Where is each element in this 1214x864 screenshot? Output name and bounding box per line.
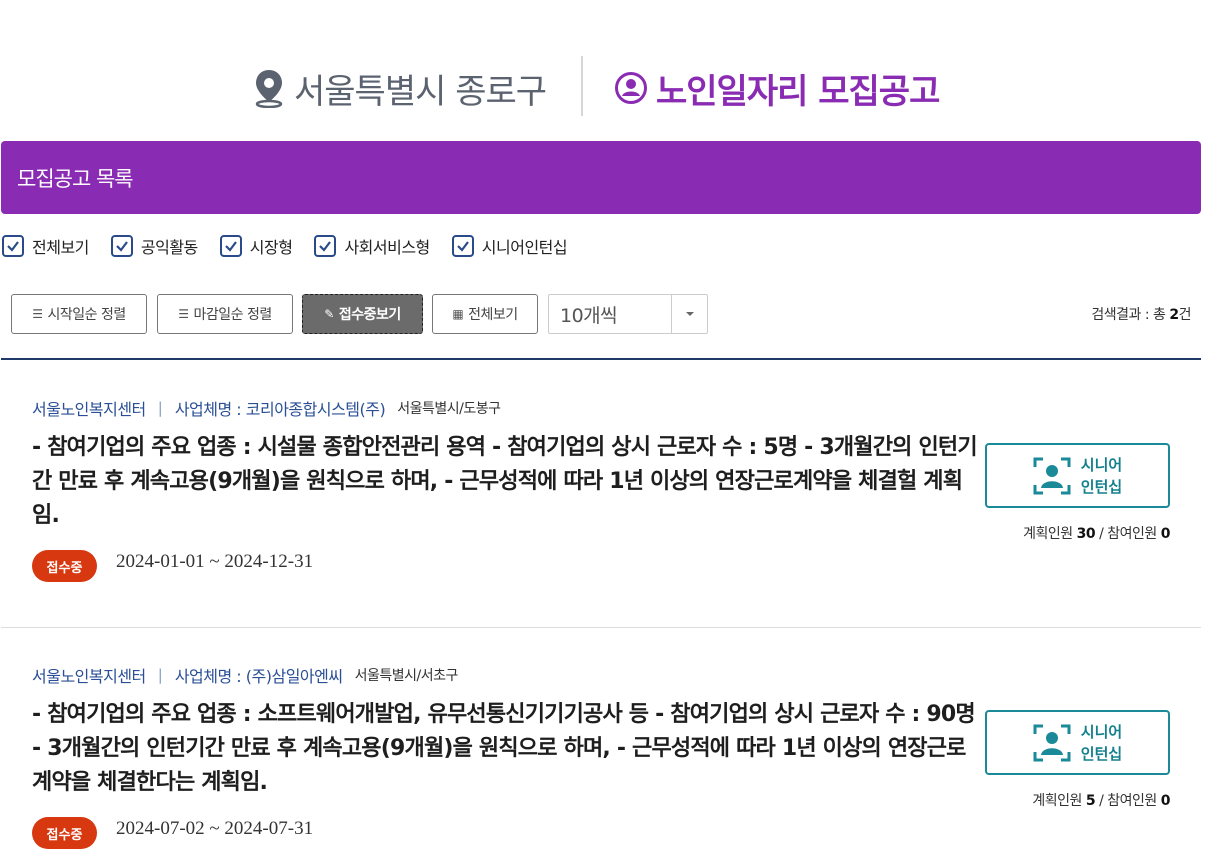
senior-internship-type-button[interactable]: 시니어 인턴십 [985, 443, 1170, 508]
filter-public-activity[interactable]: 공익활동 [110, 234, 198, 258]
page-header: 서울특별시 종로구 노인일자리 모집공고 [0, 48, 1214, 128]
type-line-2: 인턴십 [1080, 744, 1123, 763]
pencil-icon: ✎ [324, 307, 334, 321]
page-size-value: 10개씩 [560, 304, 618, 327]
checkbox-check-icon[interactable] [2, 235, 24, 257]
list-top-rule [1, 358, 1201, 360]
filter-market[interactable]: 시장형 [219, 234, 293, 258]
posting-location: 서울특별시/도봉구 [397, 401, 501, 417]
posting-title-link[interactable]: - 참여기업의 주요 업종 : 시설물 종합안전관리 용역 - 참여기업의 상시… [32, 431, 978, 533]
filter-all[interactable]: 전체보기 [2, 234, 89, 258]
checkbox-check-icon[interactable] [110, 235, 133, 257]
list-icon: ☰ [32, 307, 43, 321]
planned-count: 30 [1076, 526, 1096, 542]
list-title-bar: 모집공고 목록 [1, 141, 1201, 214]
senior-internship-type-button[interactable]: 시니어 인턴십 [985, 710, 1170, 775]
posting-title-link[interactable]: - 참여기업의 주요 업종 : 소프트웨어개발업, 유무선통신기기기공사 등 -… [32, 698, 977, 800]
count-separator: / [1095, 526, 1108, 542]
posting-period: 2024-07-02 ~ 2024-07-31 [116, 818, 314, 839]
region-heading: 서울특별시 종로구 [252, 66, 547, 112]
location-pin-icon [255, 70, 283, 108]
filter-label: 전체보기 [32, 238, 89, 257]
filter-social-service[interactable]: 사회서비스형 [314, 234, 430, 258]
headcount-info: 계획인원 30 / 참여인원 0 [970, 523, 1170, 543]
posting-meta: 서울노인복지센터 | 사업체명 : (주)삼일아엔씨 서울특별시/서초구 [32, 664, 458, 686]
page-size-select[interactable]: 10개씩 [548, 294, 708, 334]
meta-separator: | [157, 399, 163, 417]
checkbox-check-icon[interactable] [451, 235, 474, 257]
list-title: 모집공고 목록 [17, 167, 134, 191]
checkbox-check-icon[interactable] [314, 235, 337, 257]
view-all-label: 전체보기 [468, 307, 518, 323]
planned-count: 5 [1085, 793, 1096, 809]
page-title-label: 노인일자리 모집공고 [656, 71, 940, 112]
sort-by-start-button[interactable]: ☰ 시작일순 정렬 [11, 294, 147, 334]
posting-business: 사업체명 : 코리아종합시스템(주) [174, 400, 386, 419]
filter-label: 시장형 [249, 238, 293, 257]
posting-business: 사업체명 : (주)삼일아엔씨 [174, 667, 343, 686]
joined-count: 0 [1160, 526, 1171, 542]
chevron-down-icon[interactable] [671, 295, 707, 333]
meta-separator: | [157, 666, 163, 684]
page-title: 노인일자리 모집공고 [614, 66, 940, 112]
filter-label: 사회서비스형 [344, 238, 430, 257]
senior-intern-icon [1033, 724, 1071, 761]
sort-by-end-label: 마감일순 정렬 [193, 307, 273, 323]
user-circle-icon [615, 72, 647, 104]
view-all-button[interactable]: ▦ 전체보기 [432, 294, 538, 334]
posting-period: 2024-01-01 ~ 2024-12-31 [116, 551, 314, 572]
category-filters: 전체보기 공익활동 시장형 사회서비스형 시니어인턴십 [2, 233, 589, 259]
senior-intern-icon [1033, 457, 1071, 494]
list-toolbar: ☰ 시작일순 정렬 ☰ 마감일순 정렬 ✎ 접수중보기 ▦ 전체보기 10개씩 … [11, 294, 1192, 334]
joined-label: 참여인원 [1107, 526, 1161, 542]
result-suffix: 건 [1178, 307, 1192, 323]
filter-senior-internship[interactable]: 시니어인턴십 [451, 234, 568, 258]
item-divider [1, 627, 1201, 628]
grid-icon: ▦ [452, 307, 464, 321]
search-result-count: 검색결과 : 총 2건 [1091, 304, 1191, 324]
status-badge: 접수중 [32, 817, 97, 849]
headcount-info: 계획인원 5 / 참여인원 0 [970, 790, 1170, 810]
posting-organization: 서울노인복지센터 [32, 667, 146, 686]
checkbox-check-icon[interactable] [219, 235, 242, 257]
result-count: 2 [1169, 307, 1179, 323]
result-prefix: 검색결과 : 총 [1091, 307, 1170, 323]
type-line-2: 인턴십 [1080, 477, 1123, 496]
count-separator: / [1095, 793, 1108, 809]
posting-organization: 서울노인복지센터 [32, 400, 146, 419]
type-line-1: 시니어 [1080, 455, 1123, 474]
receiving-only-label: 접수중보기 [338, 307, 401, 323]
receiving-only-button[interactable]: ✎ 접수중보기 [302, 294, 423, 334]
filter-label: 공익활동 [140, 238, 198, 257]
planned-label: 계획인원 [1032, 793, 1086, 809]
posting-location: 서울특별시/서초구 [354, 668, 459, 684]
joined-count: 0 [1160, 793, 1171, 809]
status-badge: 접수중 [32, 550, 97, 582]
joined-label: 참여인원 [1107, 793, 1161, 809]
filter-label: 시니어인턴십 [481, 238, 568, 257]
planned-label: 계획인원 [1023, 526, 1077, 542]
list-icon: ☰ [178, 307, 189, 321]
region-label: 서울특별시 종로구 [294, 71, 547, 112]
type-line-1: 시니어 [1080, 722, 1123, 741]
header-divider [581, 56, 583, 116]
posting-meta: 서울노인복지센터 | 사업체명 : 코리아종합시스템(주) 서울특별시/도봉구 [32, 397, 501, 419]
sort-by-start-label: 시작일순 정렬 [47, 307, 127, 323]
sort-by-end-button[interactable]: ☰ 마감일순 정렬 [157, 294, 293, 334]
